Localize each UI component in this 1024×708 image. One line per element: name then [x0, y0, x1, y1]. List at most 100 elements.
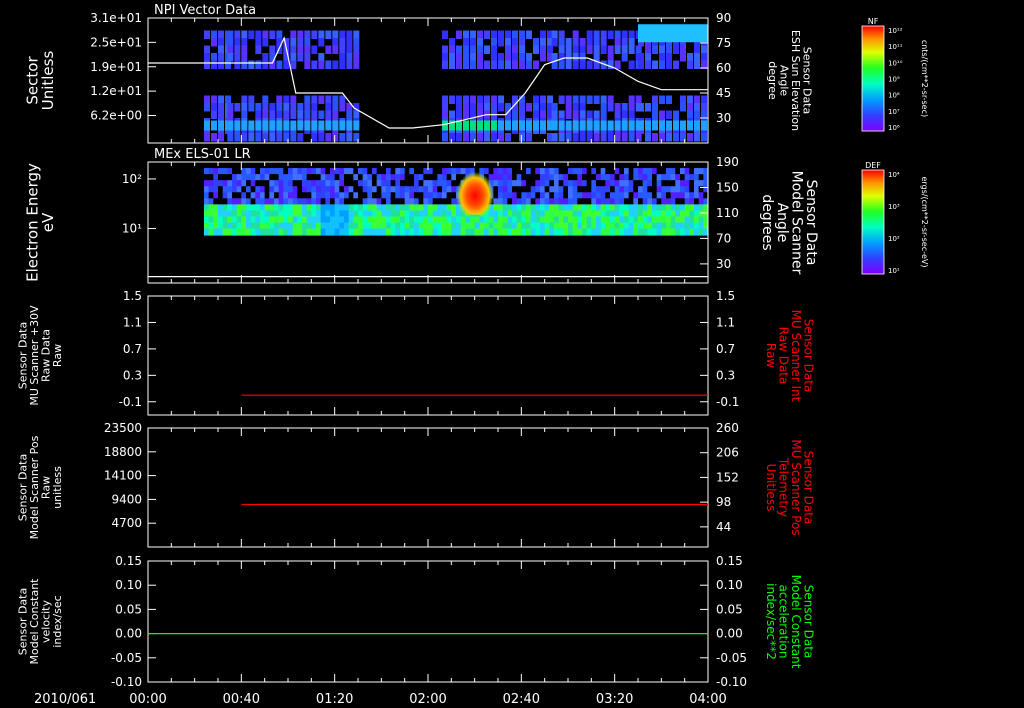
- heat-cell: [582, 186, 587, 194]
- heat-cell: [491, 133, 497, 142]
- heat-cell: [694, 110, 700, 119]
- heat-cell: [278, 168, 284, 176]
- y-tick-label: 1.1: [123, 315, 142, 329]
- heat-cell: [283, 210, 289, 218]
- heat-cell: [218, 228, 223, 236]
- heat-cell: [694, 192, 699, 200]
- heat-cell: [507, 198, 513, 206]
- heat-cell: [498, 120, 504, 131]
- heat-cell: [605, 204, 611, 212]
- heat-cell: [540, 174, 545, 182]
- heat-cell: [645, 45, 651, 54]
- heat-cell: [306, 228, 312, 236]
- heat-cell: [232, 186, 237, 194]
- heat-cell: [428, 180, 433, 188]
- heat-cell: [400, 210, 405, 218]
- heat-cell: [442, 198, 447, 206]
- heat-cell: [498, 168, 503, 176]
- heat-cell: [297, 180, 303, 188]
- heat-cell: [246, 198, 251, 206]
- heat-cell: [320, 198, 326, 206]
- heat-cell: [565, 95, 572, 104]
- heat-cell: [647, 180, 653, 188]
- heat-cell: [449, 38, 455, 47]
- right-axis-label-line: Unitless: [764, 464, 778, 512]
- heat-cell: [316, 186, 321, 194]
- heat-cell: [670, 186, 676, 194]
- heat-cell: [446, 198, 452, 206]
- heat-cell: [605, 168, 611, 176]
- heat-cell: [414, 174, 419, 182]
- heat-cell: [241, 198, 247, 206]
- heat-cell: [572, 60, 579, 69]
- heat-cell: [526, 60, 532, 69]
- heat-cell: [283, 110, 290, 119]
- panel-1: NPI Vector Data3.1e+012.5e+011.9e+011.2e…: [23, 3, 929, 144]
- heat-cell: [544, 174, 550, 182]
- heat-cell: [526, 30, 532, 39]
- heat-cell: [519, 30, 525, 39]
- heat-cell: [288, 192, 293, 200]
- heat-cell: [339, 216, 345, 224]
- heat-cell: [409, 216, 415, 224]
- heat-cell: [250, 228, 256, 236]
- heat-cell: [241, 133, 248, 142]
- heat-cell: [507, 222, 513, 230]
- heat-cell: [661, 198, 667, 206]
- heat-cell: [577, 216, 583, 224]
- y-tick-label: 6.2e+00: [90, 109, 142, 123]
- heat-cell: [318, 110, 325, 119]
- heat-cell: [227, 198, 233, 206]
- heat-cell: [512, 30, 518, 39]
- heat-cell: [304, 110, 311, 119]
- heat-cell: [208, 228, 214, 236]
- heat-cell: [680, 216, 685, 224]
- heat-cell: [348, 192, 354, 200]
- heat-cell: [302, 198, 307, 206]
- heat-cell: [470, 38, 476, 47]
- heat-cell: [395, 216, 401, 224]
- heat-cell: [670, 168, 676, 176]
- heat-cell: [540, 192, 545, 200]
- heat-cell: [274, 198, 279, 206]
- heat-cell: [586, 198, 592, 206]
- heat-cell: [614, 198, 620, 206]
- heat-cell: [591, 222, 597, 230]
- heat-cell: [339, 204, 345, 212]
- heat-cell: [694, 168, 699, 176]
- heat-cell: [311, 30, 318, 39]
- heat-cell: [607, 120, 614, 131]
- heat-cell: [605, 210, 611, 218]
- heat-cell: [526, 120, 532, 131]
- heat-cell: [540, 120, 546, 131]
- heat-cell: [334, 216, 340, 224]
- heat-cell: [680, 103, 686, 112]
- heat-cell: [572, 228, 578, 236]
- heat-cell: [290, 120, 297, 131]
- heat-cell: [507, 186, 513, 194]
- heat-cell: [264, 198, 270, 206]
- heat-cell: [526, 53, 532, 62]
- heat-cell: [512, 228, 517, 236]
- heat-cell: [428, 168, 433, 176]
- heat-cell: [502, 222, 508, 230]
- heat-cell: [540, 95, 546, 104]
- heat-cell: [565, 110, 572, 119]
- heat-cell: [694, 210, 699, 218]
- heat-cell: [250, 168, 256, 176]
- heat-cell: [218, 45, 224, 54]
- heat-cell: [204, 204, 209, 212]
- heat-cell: [659, 110, 665, 119]
- heat-cell: [565, 38, 572, 47]
- heat-cell: [565, 60, 572, 69]
- heat-cell: [558, 174, 564, 182]
- heat-cell: [498, 60, 504, 69]
- heat-cell: [208, 222, 214, 230]
- heat-cell: [227, 174, 233, 182]
- heat-cell: [418, 168, 424, 176]
- heat-cell: [353, 210, 359, 218]
- heat-cell: [558, 228, 564, 236]
- heat-cell: [652, 60, 658, 69]
- heat-cell: [479, 222, 485, 230]
- heat-cell: [218, 133, 224, 142]
